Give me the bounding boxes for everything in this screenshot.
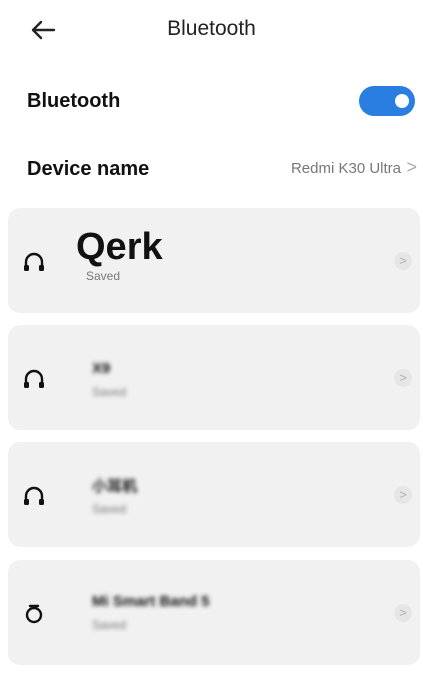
headset-icon [24, 369, 44, 388]
toggle-knob [395, 94, 409, 108]
chevron-right-icon: > [406, 157, 417, 177]
device-status: Saved [86, 269, 121, 283]
device-name-value: Redmi K30 Ultra [290, 160, 401, 177]
band-icon [25, 604, 43, 624]
bluetooth-toggle[interactable] [359, 86, 415, 116]
bluetooth-label: Bluetooth [27, 90, 121, 112]
top-app-bar: Bluetooth [0, 0, 423, 60]
device-name-label: Device name [27, 158, 150, 180]
device-status: Saved [92, 502, 127, 516]
device-item-qerk[interactable]: Qerk Saved > [8, 208, 420, 313]
chevron-right-icon: > [394, 252, 412, 270]
chevron-right-icon: > [394, 486, 412, 504]
device-item-4[interactable]: Mi Smart Band 5 Saved > [8, 560, 420, 665]
page-title: Bluetooth [167, 17, 256, 40]
device-status: Saved [92, 385, 127, 399]
chevron-right-icon: > [394, 604, 412, 622]
device-name: 小耳机 [92, 478, 138, 495]
device-name: X9 [92, 360, 111, 377]
headset-icon [24, 486, 44, 505]
device-name: Mi Smart Band 5 [92, 593, 210, 610]
chevron-right-icon: > [394, 369, 412, 387]
device-name: Qerk [76, 226, 163, 268]
headset-icon [24, 252, 44, 271]
device-item-3[interactable]: 小耳机 Saved > [8, 442, 420, 547]
device-status: Saved [92, 618, 127, 632]
device-item-2[interactable]: X9 Saved > [8, 325, 420, 430]
